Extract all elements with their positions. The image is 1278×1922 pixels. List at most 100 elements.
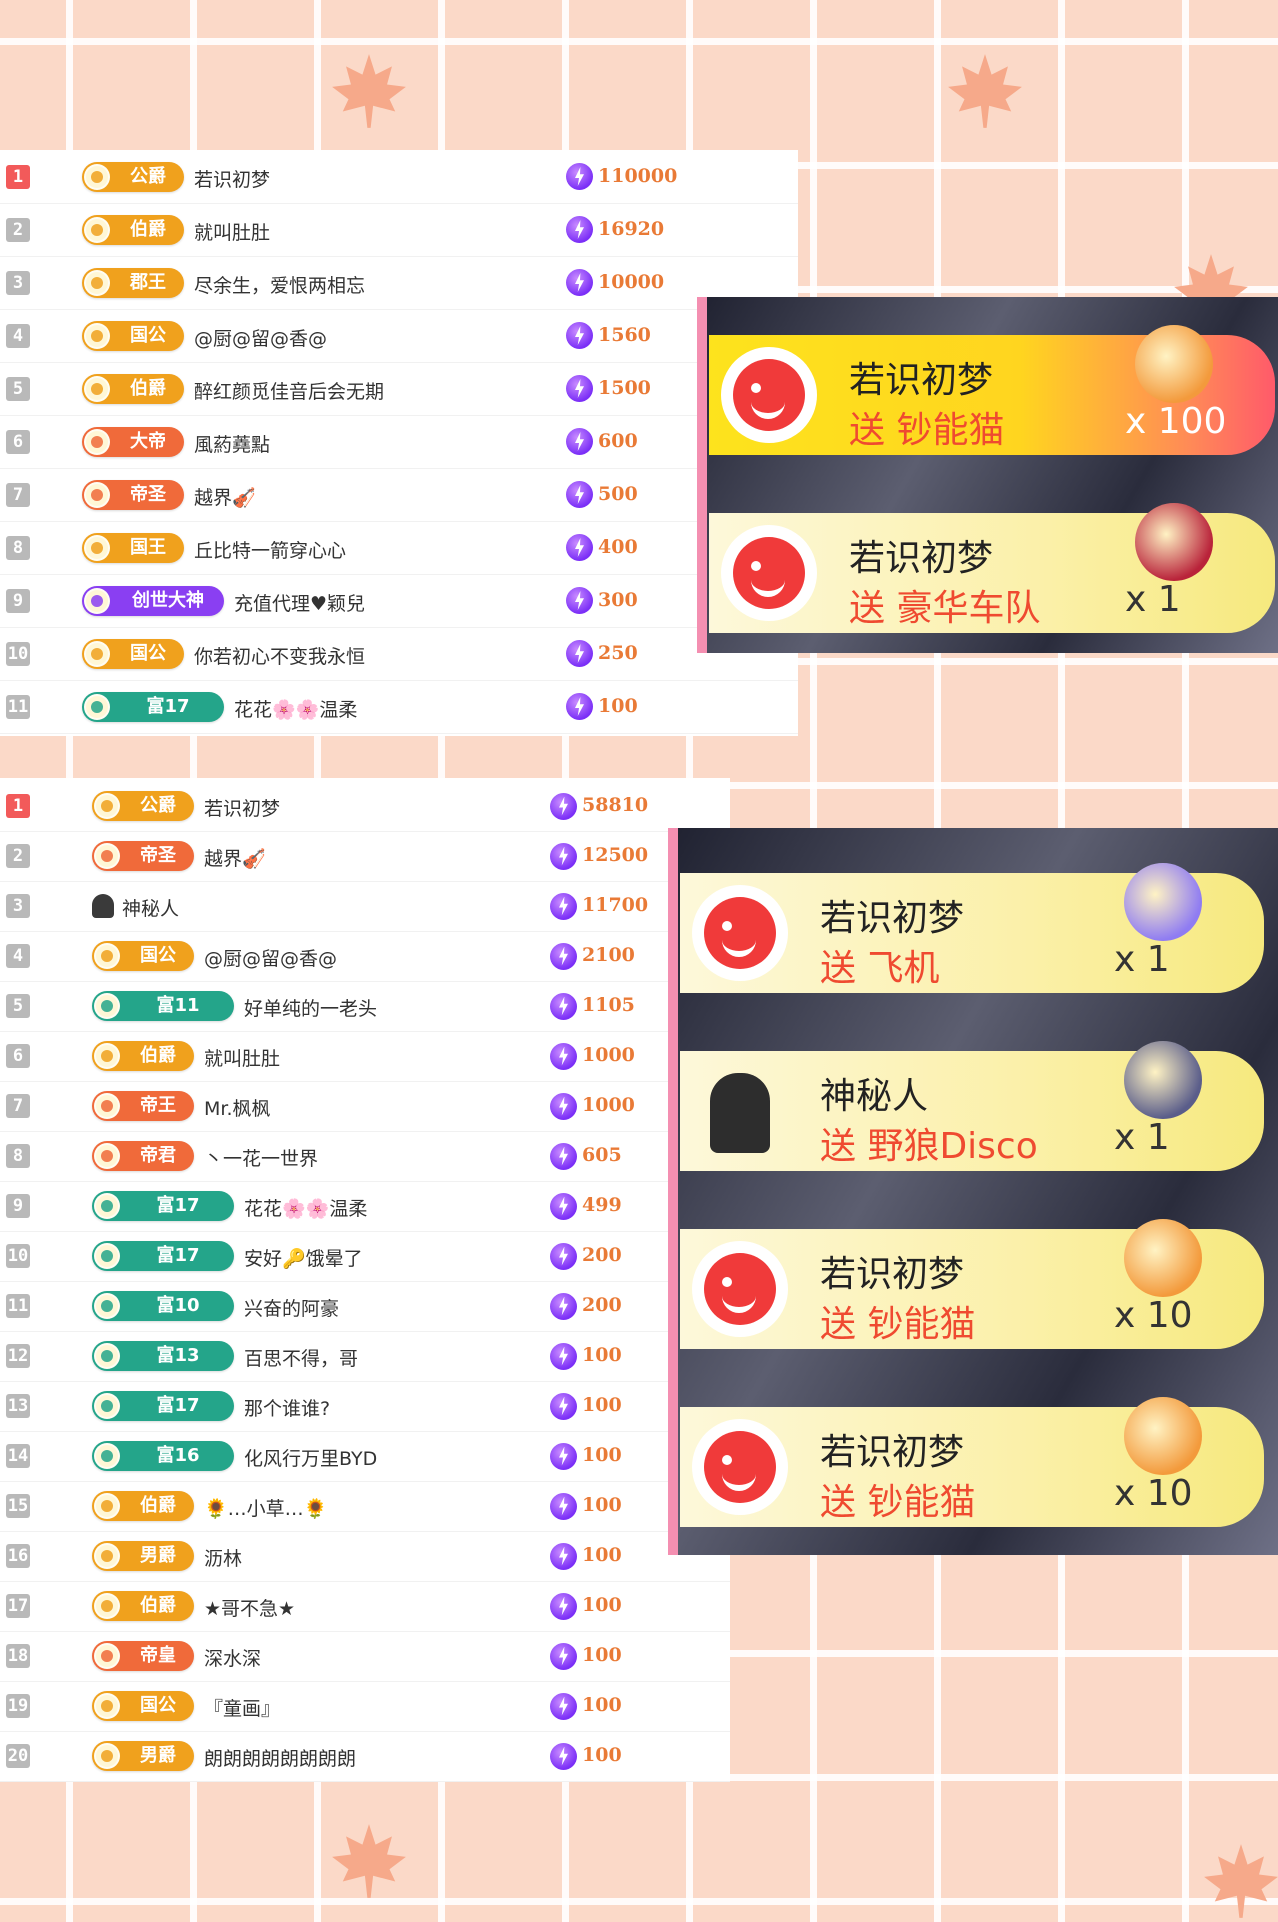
rank-number: 6: [6, 1044, 30, 1068]
user-nickname: 醉红颜觅佳音后会无期: [194, 380, 385, 403]
sender-name: 若识初梦: [820, 1254, 965, 1295]
gift-notification[interactable]: 若识初梦送 钞能猫 x 10: [680, 1219, 1264, 1349]
badge-label: 伯爵: [130, 218, 166, 240]
badge-icon: [94, 843, 120, 869]
gift-notification[interactable]: 若识初梦送 钞能猫 x 100: [709, 325, 1275, 455]
gift-send-text: 送 豪华车队: [849, 588, 1041, 629]
leaderboard-row[interactable]: 9 创世大神 充值代理♥颖兒 300: [0, 574, 798, 628]
rank-badge: 男爵: [92, 1541, 194, 1571]
badge-icon: [94, 1693, 120, 1719]
leaderboard-row[interactable]: 6 伯爵 就叫肚肚 1000: [0, 1031, 730, 1082]
user-nickname: 充值代理♥颖兒: [234, 592, 366, 615]
gift-quantity: x 1: [1125, 579, 1181, 620]
leaderboard-row[interactable]: 8 帝君 丶一花一世界 605: [0, 1131, 730, 1182]
user-nickname: 深水深: [204, 1648, 262, 1670]
leaderboard-row[interactable]: 11 富10 兴奋的阿豪 200: [0, 1281, 730, 1332]
user-nickname: 🌻…小草…🌻: [204, 1498, 328, 1520]
contribution-amount: 2100: [582, 944, 635, 966]
user-nickname: 好单纯的一老头: [244, 998, 378, 1020]
leaderboard-row[interactable]: 3 神秘人 11700: [0, 881, 730, 932]
user-avatar: [721, 347, 817, 443]
contribution-amount: 250: [598, 641, 638, 664]
gift-notification[interactable]: 神秘人送 野狼Disco x 1: [680, 1041, 1264, 1171]
leaderboard-row[interactable]: 2 伯爵 就叫肚肚 16920: [0, 203, 798, 257]
badge-label: 伯爵: [140, 1045, 176, 1066]
rank-badge: 富10: [92, 1291, 234, 1321]
contribution-amount: 100: [582, 1494, 622, 1516]
leaderboard-row[interactable]: 2 帝圣 越界🎻 12500: [0, 831, 730, 882]
leaderboard-row[interactable]: 4 国公 @厨@留@香@ 1560: [0, 309, 798, 363]
rank-badge: 伯爵: [92, 1491, 194, 1521]
leaderboard-row[interactable]: 5 富11 好单纯的一老头 1105: [0, 981, 730, 1032]
gift-notification[interactable]: 若识初梦送 钞能猫 x 10: [680, 1397, 1264, 1527]
leaderboard-row[interactable]: 19 国公 『童画』 100: [0, 1681, 730, 1732]
user-nickname: 就叫肚肚: [194, 221, 271, 244]
leaderboard-row[interactable]: 1 公爵 若识初梦 110000: [0, 150, 798, 204]
user-nickname: Mr.枫枫: [204, 1098, 271, 1120]
user-avatar: [692, 1241, 788, 1337]
leaderboard-row[interactable]: 14 富16 化风行万里BYD 100: [0, 1431, 730, 1482]
mystery-person-icon: [710, 1073, 770, 1153]
user-nickname: @厨@留@香@: [204, 948, 338, 970]
mystery-avatar-icon: [92, 894, 114, 918]
user-avatar: [692, 1419, 788, 1515]
rank-number: 11: [6, 694, 30, 719]
badge-icon: [84, 322, 110, 349]
leaderboard-row[interactable]: 13 富17 那个谁谁? 100: [0, 1381, 730, 1432]
leaderboard-row[interactable]: 9 富17 花花🌸🌸温柔 499: [0, 1181, 730, 1232]
leaderboard-row[interactable]: 10 富17 安好🔑饿晕了 200: [0, 1231, 730, 1282]
leaderboard-row[interactable]: 15 伯爵 🌻…小草…🌻 100: [0, 1481, 730, 1532]
rank-number: 16: [6, 1544, 30, 1568]
panel-edge: [668, 828, 678, 1555]
contribution-amount: 16920: [598, 217, 665, 240]
gift-icon: [1124, 863, 1202, 941]
badge-label: 男爵: [140, 1745, 176, 1766]
leaderboard-row[interactable]: 5 伯爵 醉红颜觅佳音后会无期 1500: [0, 362, 798, 416]
lightning-coin-icon: [566, 216, 593, 243]
rank-number: 1: [6, 794, 30, 818]
contribution-amount: 605: [582, 1144, 622, 1166]
lightning-coin-icon: [566, 587, 593, 614]
leaderboard-row[interactable]: 6 大帝 風葯蕘點 600: [0, 415, 798, 469]
rank-number: 9: [6, 588, 30, 613]
lightning-coin-icon: [566, 163, 593, 190]
leaderboard-row[interactable]: 12 富13 百思不得，哥 100: [0, 1331, 730, 1382]
leaderboard-row[interactable]: 4 国公 @厨@留@香@ 2100: [0, 931, 730, 982]
leaderboard-row[interactable]: 7 帝王 Mr.枫枫 1000: [0, 1081, 730, 1132]
badge-icon: [94, 1443, 120, 1469]
badge-icon: [84, 163, 110, 190]
gift-icon: [1135, 503, 1213, 581]
leaderboard-row[interactable]: 10 国公 你若初心不变我永恒 250: [0, 627, 798, 681]
badge-icon: [84, 216, 110, 243]
lightning-coin-icon: [550, 1392, 577, 1420]
smiley-face-icon: [704, 1253, 776, 1325]
lightning-coin-icon: [550, 942, 577, 970]
lightning-coin-icon: [550, 1092, 577, 1120]
leaderboard-row[interactable]: 20 男爵 朗朗朗朗朗朗朗朗 100: [0, 1731, 730, 1782]
lightning-coin-icon: [550, 992, 577, 1020]
rank-number: 9: [6, 1194, 30, 1218]
leaderboard-row[interactable]: 7 帝圣 越界🎻 500: [0, 468, 798, 522]
leaderboard-row[interactable]: 17 伯爵 ★哥不急★ 100: [0, 1581, 730, 1632]
rank-number: 8: [6, 535, 30, 560]
rank-badge: 富17: [92, 1191, 234, 1221]
leaderboard-row[interactable]: 16 男爵 沥林 100: [0, 1531, 730, 1582]
ranking-panel-2: 1 公爵 若识初梦 58810 2 帝圣 越界🎻 12500 3 神秘人 11700 4 国公 @厨@留@…: [0, 778, 730, 1782]
maple-leaf-icon: [332, 54, 406, 128]
leaderboard-row[interactable]: 18 帝皇 深水深 100: [0, 1631, 730, 1682]
contribution-amount: 1105: [582, 994, 635, 1016]
leaderboard-row[interactable]: 1 公爵 若识初梦 58810: [0, 781, 730, 832]
lightning-coin-icon: [550, 1742, 577, 1770]
contribution-amount: 100: [582, 1444, 622, 1466]
leaderboard-row[interactable]: 11 富17 花花🌸🌸温柔 100: [0, 680, 798, 734]
rank-badge: 帝王: [92, 1091, 194, 1121]
leaderboard-row[interactable]: 8 国王 丘比特一箭穿心心 400: [0, 521, 798, 575]
gift-notification[interactable]: 若识初梦送 飞机 x 1: [680, 863, 1264, 993]
leaderboard-row[interactable]: 3 郡王 尽余生，爱恨两相忘 10000: [0, 256, 798, 310]
badge-label: 伯爵: [140, 1595, 176, 1616]
badge-icon: [84, 587, 110, 614]
rank-number: 19: [6, 1694, 30, 1718]
smiley-face-icon: [733, 537, 805, 609]
contribution-amount: 100: [582, 1544, 622, 1566]
gift-notification[interactable]: 若识初梦送 豪华车队 x 1: [709, 503, 1275, 633]
